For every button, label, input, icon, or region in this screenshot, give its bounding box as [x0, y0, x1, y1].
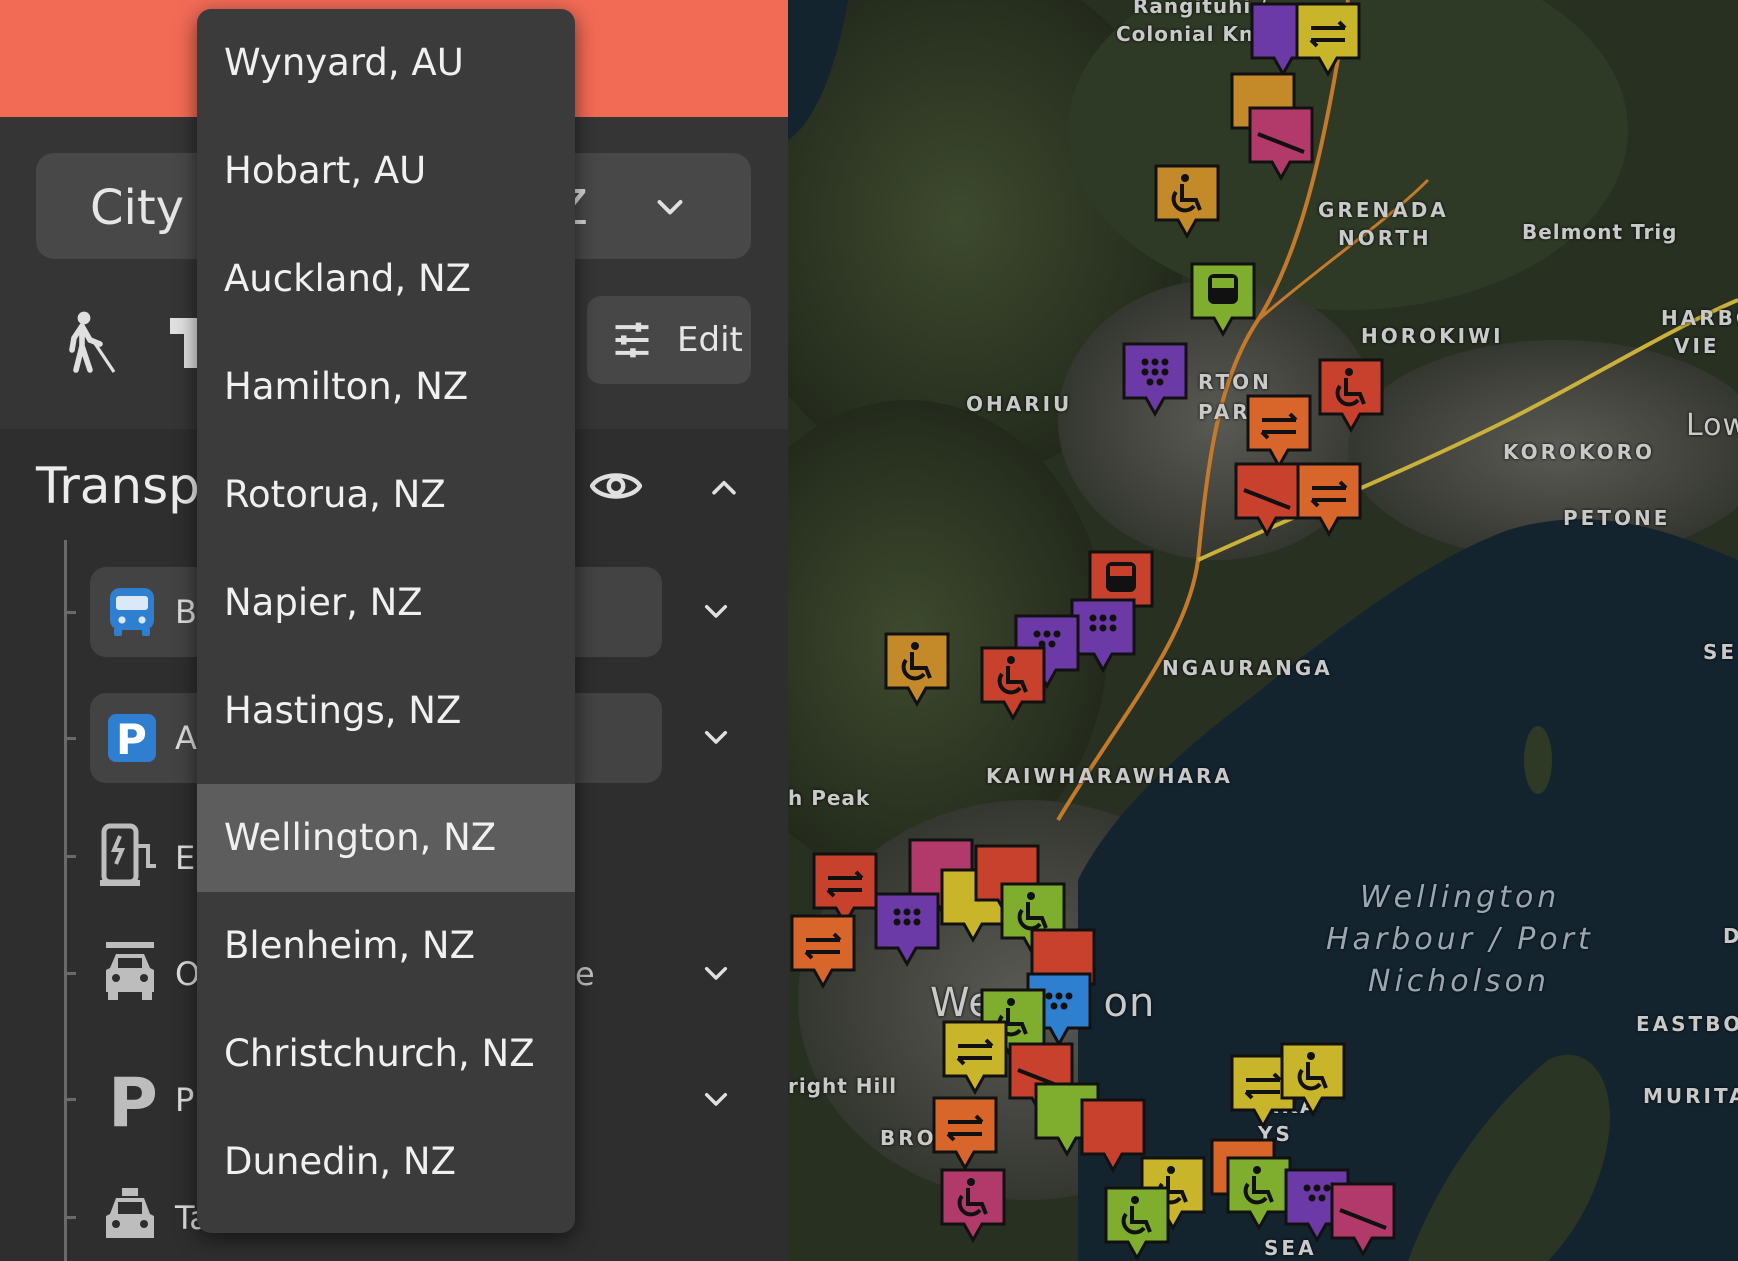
- map-label: KOROKORO: [1503, 440, 1656, 464]
- ev-charger-icon: [100, 823, 156, 886]
- chevron-down-icon[interactable]: [700, 722, 732, 754]
- tree-tick: [64, 972, 76, 975]
- dropdown-option[interactable]: Rotorua, NZ: [197, 441, 575, 549]
- dropdown-option[interactable]: Christchurch, NZ: [197, 1000, 575, 1108]
- marker-red-wheelchair[interactable]: [1316, 356, 1386, 434]
- tree-tick: [64, 611, 76, 614]
- layer-row-label: P: [175, 1081, 195, 1119]
- app-window: City Z Edit Transp: [0, 0, 1738, 1261]
- marker-red[interactable]: [1232, 460, 1302, 538]
- section-title: Transp: [36, 457, 200, 515]
- dropdown-option[interactable]: Blenheim, NZ: [197, 892, 575, 1000]
- marker-amber-wheelchair[interactable]: [1152, 162, 1222, 240]
- taxi-icon: [106, 1188, 154, 1238]
- layer-row-suffix: e: [575, 955, 595, 993]
- chevron-down-icon[interactable]: [652, 190, 688, 226]
- dropdown-option[interactable]: Wynyard, AU: [197, 9, 575, 117]
- layer-row-label: B: [175, 593, 197, 631]
- tree-tick: [64, 1216, 76, 1219]
- map-label: PETONE: [1563, 506, 1671, 530]
- marker-purple-dots[interactable]: [872, 890, 942, 968]
- map-label: HARBO: [1661, 306, 1738, 330]
- dropdown-option[interactable]: Hobart, AU: [197, 117, 575, 225]
- map-label: right Hill: [788, 1074, 898, 1098]
- parking-icon: P: [108, 1070, 158, 1130]
- sliders-icon: [615, 322, 649, 358]
- map-label: OHARIU: [966, 392, 1073, 416]
- map-label: HOROKIWI: [1361, 324, 1504, 348]
- map-label: Belmont Trig: [1522, 220, 1678, 244]
- eye-icon[interactable]: [590, 466, 642, 506]
- tree-tick: [64, 1098, 76, 1101]
- dropdown-option[interactable]: Auckland, NZ: [197, 225, 575, 333]
- edit-button-label: Edit: [677, 320, 743, 360]
- map-label: Wellington: [1360, 880, 1561, 915]
- map-label: Nicholson: [1368, 964, 1550, 999]
- tree-connector: [64, 540, 67, 1261]
- dropdown-option[interactable]: Napier, NZ: [197, 549, 575, 657]
- tree-tick: [64, 855, 76, 858]
- marker-magenta[interactable]: [1328, 1180, 1398, 1258]
- city-dropdown-menu: Wynyard, AU Hobart, AU Auckland, NZ Hami…: [197, 9, 575, 1233]
- map-view[interactable]: Rangituhi / Colonial Knol GRENADA NORTH …: [788, 0, 1738, 1261]
- marker-yellow-transfer[interactable]: [1293, 0, 1363, 78]
- map-label: VIE: [1674, 334, 1720, 358]
- dropdown-option-selected[interactable]: Wellington, NZ: [197, 784, 575, 892]
- tree-tick: [64, 737, 76, 740]
- chevron-down-icon[interactable]: [700, 1084, 732, 1116]
- marker-green-bus[interactable]: [1188, 260, 1258, 338]
- marker-orange-transfer[interactable]: [930, 1094, 1000, 1172]
- bus-icon: [110, 588, 154, 636]
- marker-magenta-wheelchair[interactable]: [938, 1166, 1008, 1244]
- dropdown-option[interactable]: Hastings, NZ: [197, 657, 575, 765]
- dropdown-option[interactable]: Hamilton, NZ: [197, 333, 575, 441]
- map-label: RTON: [1198, 370, 1272, 394]
- chevron-down-icon[interactable]: [700, 596, 732, 628]
- marker-purple-dots[interactable]: [1120, 340, 1190, 418]
- map-label: NGAURANGA: [1162, 656, 1333, 680]
- map-label: Low: [1686, 408, 1738, 443]
- marker-yellow-transfer[interactable]: [940, 1018, 1010, 1096]
- map-label: NORTH: [1338, 226, 1432, 250]
- map-label: Harbour / Port: [1326, 922, 1594, 957]
- marker-magenta[interactable]: [1246, 104, 1316, 182]
- blind-person-icon[interactable]: [60, 310, 120, 374]
- map-label: KAIWHARAWHARA: [986, 764, 1233, 788]
- svg-text:P: P: [116, 715, 147, 764]
- wheelchair-profile-icon[interactable]: [170, 318, 200, 368]
- map-label: MURITA: [1643, 1084, 1738, 1108]
- chevron-up-icon[interactable]: [706, 470, 742, 504]
- map-label: SE: [1703, 640, 1738, 664]
- marker-orange-transfer[interactable]: [1294, 460, 1364, 538]
- layer-row-label: A: [175, 719, 197, 757]
- accessible-parking-icon: P: [108, 714, 156, 764]
- marker-green-wheelchair[interactable]: [1102, 1184, 1172, 1261]
- marker-amber-wheelchair[interactable]: [882, 630, 952, 708]
- marker-orange-transfer[interactable]: [1244, 392, 1314, 470]
- map-label: BRO: [880, 1126, 937, 1150]
- city-select-label: City: [90, 180, 185, 236]
- map-label: h Peak: [788, 786, 871, 810]
- svg-text:P: P: [108, 1070, 158, 1130]
- marker-red-wheelchair[interactable]: [978, 644, 1048, 722]
- chevron-down-icon[interactable]: [700, 958, 732, 990]
- map-label: D: [1723, 924, 1738, 948]
- marker-yellow-wheelchair[interactable]: [1278, 1040, 1348, 1118]
- marker-orange-transfer[interactable]: [788, 912, 858, 990]
- car-icon: [106, 942, 154, 1000]
- dropdown-option[interactable]: Dunedin, NZ: [197, 1108, 575, 1216]
- map-label: EASTBO: [1636, 1012, 1738, 1036]
- map-label: GRENADA: [1318, 198, 1449, 222]
